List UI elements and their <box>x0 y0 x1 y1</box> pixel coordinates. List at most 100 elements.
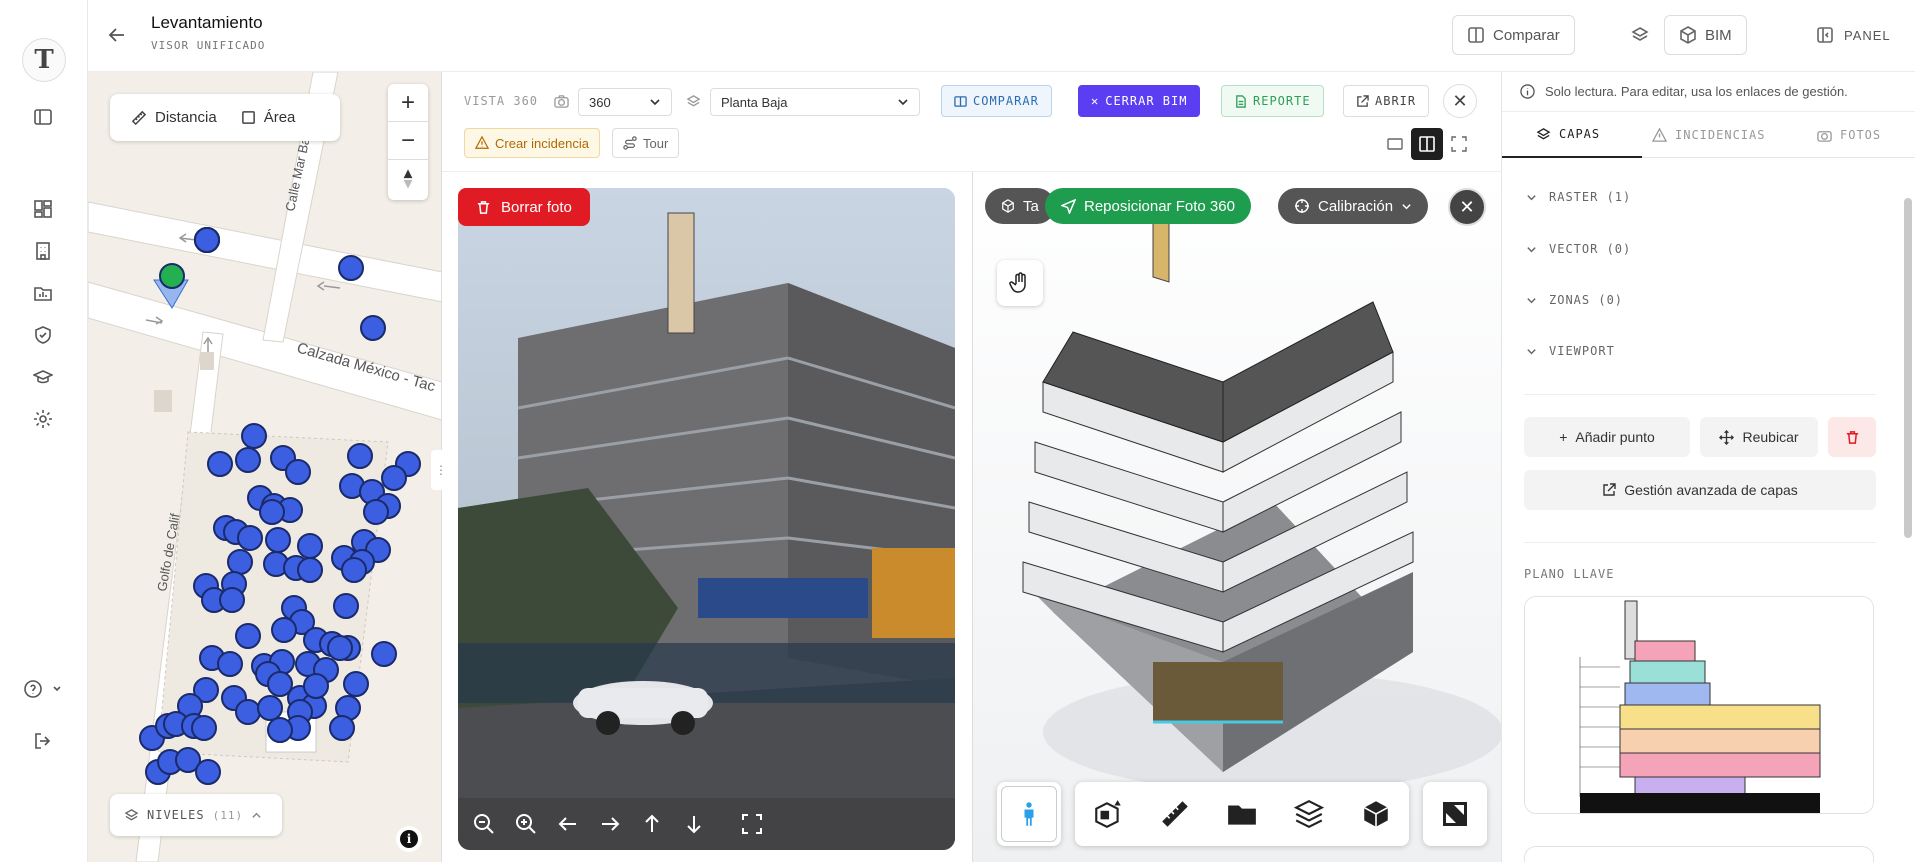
photo-360-viewer[interactable] <box>458 188 955 850</box>
right-panel-tabs: CAPAS INCIDENCIAS FOTOS <box>1502 112 1915 158</box>
key-plan-card-2[interactable] <box>1524 846 1874 862</box>
distance-label: Distancia <box>155 109 217 126</box>
settings-icon[interactable] <box>30 406 56 432</box>
right-panel-scrollbar[interactable] <box>1903 172 1913 862</box>
split-pane-icon <box>1419 136 1435 152</box>
single-view-button[interactable] <box>1379 128 1411 160</box>
warning-icon <box>475 136 489 149</box>
delete-photo-button[interactable]: Borrar foto <box>458 188 590 226</box>
tab-capas[interactable]: CAPAS <box>1502 112 1642 158</box>
close-viewer-button[interactable]: ✕ <box>1443 84 1477 118</box>
close-bim-overlay-button[interactable]: ✕ <box>1448 188 1486 226</box>
resize-handle[interactable]: ⋮ <box>431 450 451 490</box>
report-button[interactable]: REPORTE <box>1221 85 1324 117</box>
photo-marker[interactable] <box>338 255 364 281</box>
add-point-button[interactable]: + Añadir punto <box>1524 417 1690 457</box>
current-photo-marker[interactable] <box>159 263 185 289</box>
right-panel: Solo lectura. Para editar, usa los enlac… <box>1501 72 1915 862</box>
section-box-icon[interactable] <box>1092 798 1124 830</box>
info-circle-icon <box>1520 84 1535 99</box>
arrow-down-icon[interactable] <box>682 812 706 836</box>
map-panel[interactable]: Calle Mar Baffin Calzada México - Tac Go… <box>88 72 442 862</box>
zoom-in-icon[interactable] <box>514 812 538 836</box>
graduation-cap-icon[interactable] <box>30 364 56 390</box>
sidebar-toggle-icon[interactable] <box>30 104 56 130</box>
levels-label: NIVELES <box>147 808 205 822</box>
photo-marker[interactable] <box>194 227 220 253</box>
expand-icon[interactable] <box>1440 799 1470 829</box>
back-arrow-icon[interactable] <box>106 24 130 48</box>
measure-tool-icon[interactable] <box>1159 798 1191 830</box>
compare-header-button[interactable]: Comparar <box>1452 15 1575 55</box>
bim-viewer[interactable]: Ta Reposicionar Foto 360 Calibración ✕ <box>972 172 1501 862</box>
plus-icon: + <box>1559 429 1568 445</box>
close-bim-button[interactable]: ✕ CERRAR BIM <box>1078 85 1201 117</box>
building-icon[interactable] <box>30 238 56 264</box>
arrow-left-icon[interactable] <box>556 812 580 836</box>
pan-tool-button[interactable] <box>997 260 1043 306</box>
app-root: T Levantamiento VISOR UNIFICADO Comparar… <box>0 0 1915 862</box>
zoom-out-icon[interactable] <box>472 812 496 836</box>
bim-header-button[interactable]: BIM <box>1664 15 1747 55</box>
fullscreen-view-button[interactable] <box>1443 128 1475 160</box>
tour-label: Tour <box>643 135 669 151</box>
logout-icon[interactable] <box>30 728 56 754</box>
delete-layer-button[interactable] <box>1828 417 1876 457</box>
dashboard-icon[interactable] <box>30 196 56 222</box>
model-tree-icon[interactable] <box>1360 798 1392 830</box>
folder-chart-icon[interactable] <box>30 280 56 306</box>
street-photo <box>458 188 955 850</box>
floor-select[interactable]: Planta Baja <box>710 88 920 116</box>
help-icon[interactable] <box>20 676 66 702</box>
relocate-label: Reubicar <box>1742 429 1799 445</box>
scrollbar-thumb[interactable] <box>1904 198 1912 538</box>
zoom-out-button[interactable]: − <box>388 122 428 160</box>
layer-group-raster[interactable]: RASTER (1) <box>1526 190 1631 204</box>
fullscreen-icon <box>1451 136 1467 152</box>
key-plan-card[interactable] <box>1524 596 1874 814</box>
distance-tool[interactable]: Distancia <box>130 109 217 126</box>
advanced-layers-button[interactable]: Gestión avanzada de capas <box>1524 470 1876 510</box>
area-label: Área <box>263 109 296 126</box>
split-view-icon <box>954 95 967 107</box>
zoom-in-button[interactable]: + <box>388 84 428 122</box>
compare-button[interactable]: COMPARAR <box>941 85 1052 117</box>
view-mode-group <box>1379 128 1475 160</box>
shield-check-icon[interactable] <box>30 322 56 348</box>
area-tool[interactable]: Área <box>241 109 296 126</box>
create-incident-button[interactable]: Crear incidencia <box>464 128 600 158</box>
mode-select[interactable]: 360 <box>578 88 672 116</box>
calibration-label: Calibración <box>1318 197 1394 215</box>
panel-header-button[interactable]: PANEL <box>1816 15 1891 55</box>
tab-incidencias[interactable]: INCIDENCIAS <box>1642 112 1807 158</box>
left-rail: T <box>0 0 88 862</box>
tab-fotos[interactable]: FOTOS <box>1807 112 1915 158</box>
layer-group-zonas[interactable]: ZONAS (0) <box>1526 293 1623 307</box>
tour-button[interactable]: Tour <box>612 128 680 158</box>
folder-icon[interactable] <box>1226 798 1258 830</box>
chevron-down-icon <box>1402 203 1411 209</box>
split-view-button[interactable] <box>1411 128 1443 160</box>
layer-group-label: RASTER (1) <box>1549 190 1632 204</box>
trash-icon <box>477 200 490 214</box>
layers-header-button[interactable] <box>1620 15 1662 55</box>
arrow-right-icon[interactable] <box>598 812 622 836</box>
compass-button[interactable] <box>388 160 428 198</box>
fullscreen-icon[interactable] <box>740 812 764 836</box>
app-logo[interactable]: T <box>22 38 66 82</box>
calibration-button[interactable]: Calibración <box>1278 188 1429 224</box>
relocate-button[interactable]: Reubicar <box>1700 417 1818 457</box>
layers-icon[interactable] <box>1293 798 1325 830</box>
layer-group-label: ZONAS (0) <box>1549 293 1624 307</box>
reposition-photo-button[interactable]: Reposicionar Foto 360 <box>1045 188 1251 224</box>
photo-marker[interactable] <box>360 315 386 341</box>
walk-mode-button[interactable] <box>1001 786 1057 842</box>
levels-selector[interactable]: NIVELES (11) <box>110 794 282 836</box>
layer-group-vector[interactable]: VECTOR (0) <box>1526 242 1631 256</box>
bim-model <box>1022 196 1501 792</box>
bim-header-label: BIM <box>1705 26 1732 44</box>
arrow-up-icon[interactable] <box>640 812 664 836</box>
open-button[interactable]: ABRIR <box>1343 85 1430 117</box>
map-info-button[interactable]: i <box>396 826 422 852</box>
layer-group-viewport[interactable]: VIEWPORT <box>1526 344 1615 358</box>
